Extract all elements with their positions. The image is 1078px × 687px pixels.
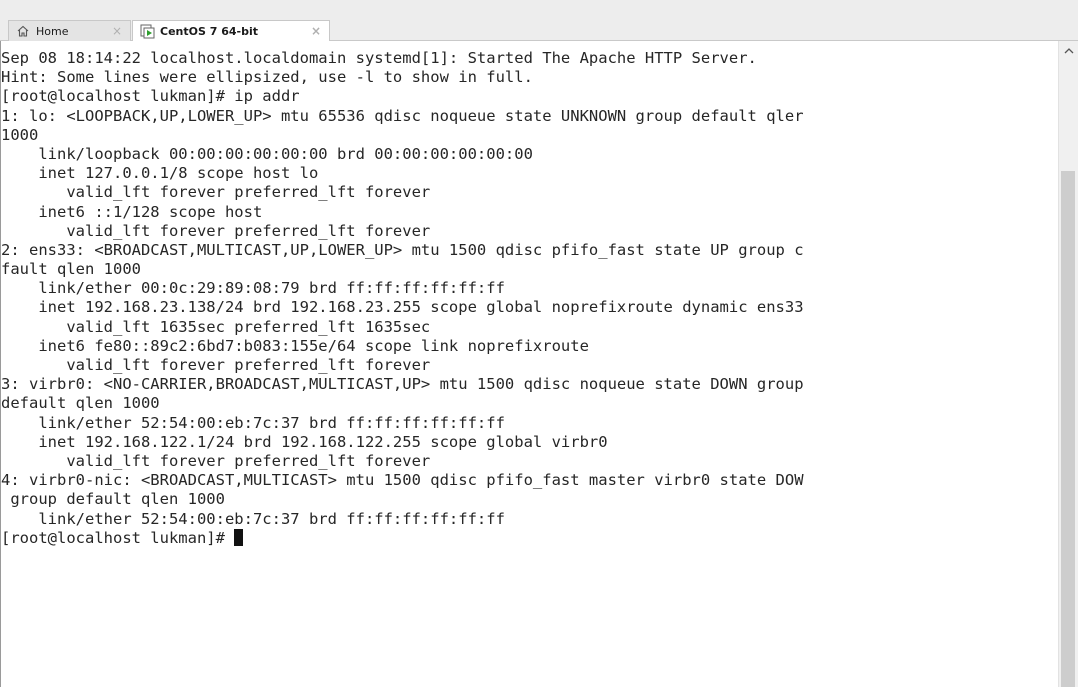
terminal-line: inet 127.0.0.1/8 scope host lo (1, 164, 319, 183)
terminal-line: valid_lft forever preferred_lft forever (1, 356, 431, 374)
terminal-line: 2: ens33: <BROADCAST,MULTICAST,UP,LOWER_… (1, 240, 804, 259)
terminal-line: valid_lft 1635sec preferred_lft 1635sec (1, 317, 431, 336)
scrollbar-thumb[interactable] (1061, 171, 1075, 687)
terminal-line: default qlen 1000 (1, 394, 160, 413)
terminal-line: inet6 ::1/128 scope host (1, 202, 263, 221)
terminal-line: link/ether 52:54:00:eb:7c:37 brd ff:ff:f… (1, 413, 505, 432)
terminal-cursor (234, 528, 244, 546)
terminal-prompt: [root@localhost lukman]# (1, 528, 235, 547)
terminal-line: valid_lft forever preferred_lft forever (1, 451, 431, 470)
terminal-line: 4: virbr0-nic: <BROADCAST,MULTICAST> mtu… (1, 471, 804, 490)
home-icon (15, 23, 31, 39)
terminal-line: valid_lft forever preferred_lft forever (1, 221, 431, 240)
terminal-line: Sep 08 18:14:22 localhost.localdomain sy… (1, 49, 757, 67)
terminal-line: link/ether 00:0c:29:89:08:79 brd ff:ff:f… (1, 279, 505, 298)
scroll-up-arrow-icon[interactable] (1059, 41, 1078, 61)
terminal-line: inet 192.168.23.138/24 brd 192.168.23.25… (1, 298, 804, 317)
terminal-line: inet6 fe80::89c2:6bd7:b083:155e/64 scope… (1, 336, 589, 355)
tab-bar: Home × CentOS 7 64-bit × (0, 0, 1078, 42)
tab-home-label: Home (36, 24, 69, 38)
vm-power-icon (139, 24, 155, 40)
close-icon[interactable]: × (311, 24, 321, 38)
terminal-prompt-line: [root@localhost lukman]# (1, 528, 1058, 548)
terminal-line: link/loopback 00:00:00:00:00:00 brd 00:0… (1, 144, 533, 163)
terminal-line: 1000 (1, 125, 39, 144)
tab-centos[interactable]: CentOS 7 64-bit × (132, 20, 330, 42)
terminal-console[interactable]: Sep 08 18:14:22 localhost.localdomain sy… (0, 41, 1058, 687)
terminal-line: 3: virbr0: <NO-CARRIER,BROADCAST,MULTICA… (1, 375, 804, 394)
terminal-line: valid_lft forever preferred_lft forever (1, 183, 431, 202)
close-icon[interactable]: × (112, 24, 122, 38)
terminal-line: Hint: Some lines were ellipsized, use -l… (1, 68, 533, 87)
terminal-output: Sep 08 18:14:22 localhost.localdomain sy… (1, 41, 1058, 548)
tab-centos-label: CentOS 7 64-bit (160, 25, 258, 38)
terminal-line: 1: lo: <LOOPBACK,UP,LOWER_UP> mtu 65536 … (1, 106, 804, 125)
terminal-line: [root@localhost lukman]# ip addr (1, 87, 300, 106)
vertical-scrollbar[interactable] (1058, 41, 1078, 687)
tab-home[interactable]: Home × (8, 20, 131, 41)
terminal-line: fault qlen 1000 (1, 260, 141, 279)
terminal-line: group default qlen 1000 (1, 490, 225, 509)
terminal-line: inet 192.168.122.1/24 brd 192.168.122.25… (1, 432, 608, 451)
terminal-line: link/ether 52:54:00:eb:7c:37 brd ff:ff:f… (1, 509, 505, 528)
